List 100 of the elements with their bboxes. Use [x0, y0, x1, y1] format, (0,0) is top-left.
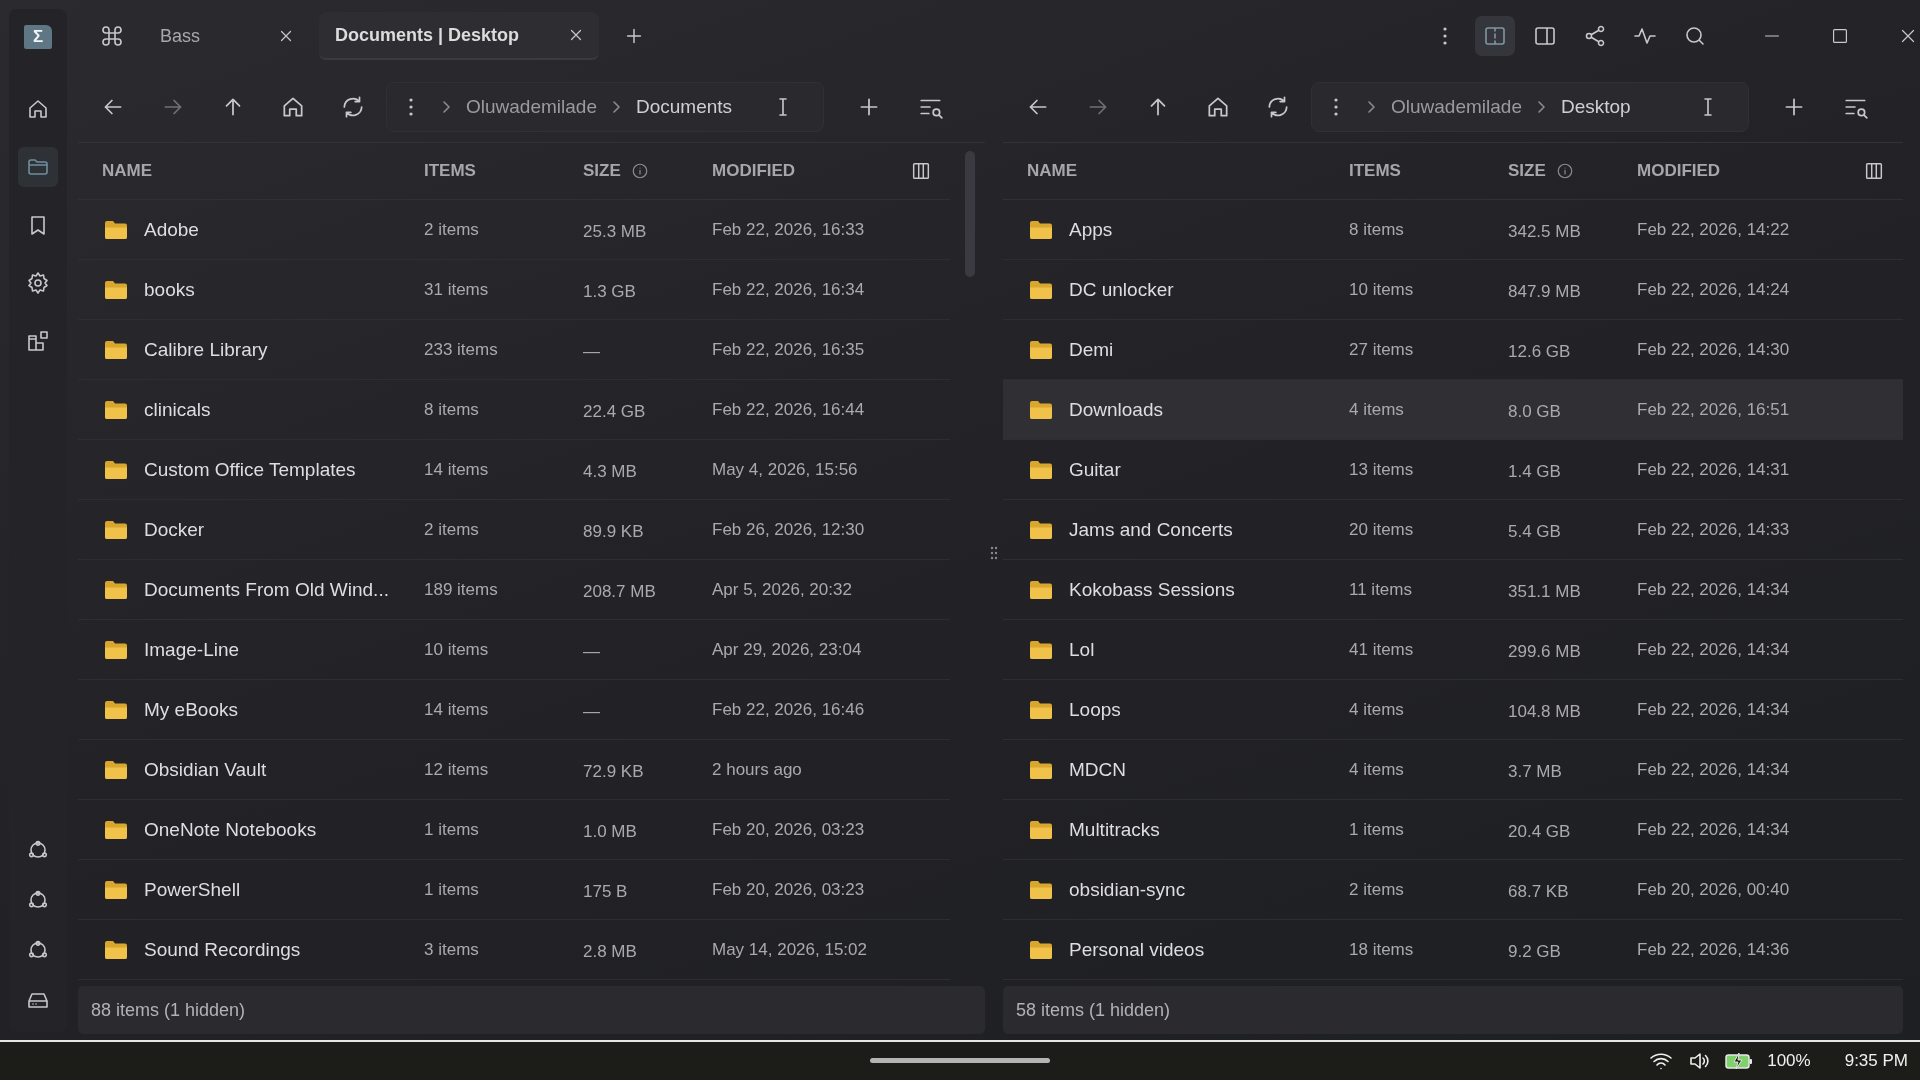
- file-row[interactable]: Kokobass Sessions 11 items 351.1 MB Feb 22, 2026, 14:34: [1003, 560, 1903, 620]
- file-size: 5.4 GB: [1508, 520, 1562, 542]
- battery-percentage: 100%: [1767, 1051, 1811, 1071]
- file-row[interactable]: books 31 items 1.3 GB Feb 22, 2026, 16:34: [78, 260, 950, 320]
- breadcrumb-bar[interactable]: Oluwademilade Desktop: [1311, 82, 1749, 132]
- item-count: 8 items: [424, 399, 480, 420]
- item-count: 1 items: [1349, 819, 1405, 840]
- file-row[interactable]: Custom Office Templates 14 items 4.3 MB May 4, 2026, 15:56: [78, 440, 950, 500]
- item-count: 14 items: [424, 459, 490, 480]
- widgets-icon[interactable]: [26, 329, 50, 353]
- folder-icon: [1029, 939, 1053, 960]
- file-name: Loops: [1069, 698, 1121, 721]
- battery-icon[interactable]: [1725, 1052, 1754, 1070]
- file-size: 175 B: [583, 880, 629, 902]
- file-name: Kokobass Sessions: [1069, 578, 1235, 601]
- item-count: 1 items: [424, 819, 480, 840]
- home-icon[interactable]: [26, 97, 50, 121]
- file-size: 89.9 KB: [583, 520, 645, 542]
- file-row[interactable]: Lol 41 items 299.6 MB Feb 22, 2026, 14:34: [1003, 620, 1903, 680]
- scrollbar[interactable]: [965, 151, 975, 277]
- info-icon[interactable]: [630, 162, 649, 180]
- settings-icon[interactable]: [26, 271, 50, 295]
- column-header[interactable]: SIZE: [1508, 161, 1546, 181]
- folder-icon: [104, 279, 128, 300]
- item-count: 1 items: [424, 879, 480, 900]
- folder-icon: [1029, 879, 1053, 900]
- split-view-icon[interactable]: [1483, 24, 1507, 48]
- file-row[interactable]: MDCN 4 items 3.7 MB Feb 22, 2026, 14:34: [1003, 740, 1903, 800]
- file-row[interactable]: PowerShell 1 items 175 B Feb 20, 2026, 03:23: [78, 860, 950, 920]
- tab-label: Documents | Desktop: [335, 24, 521, 46]
- column-header[interactable]: ITEMS: [1349, 161, 1401, 181]
- file-name: Personal videos: [1069, 938, 1205, 961]
- clock[interactable]: 9:35 PM: [1844, 1051, 1908, 1071]
- modified-date: Feb 22, 2026, 16:46: [712, 699, 866, 720]
- splitter-handle[interactable]: [989, 545, 999, 561]
- item-count: 3 items: [424, 939, 480, 960]
- item-count: 31 items: [424, 279, 490, 300]
- file-row[interactable]: OneNote Notebooks 1 items 1.0 MB Feb 20, 2026, 03:23: [78, 800, 950, 860]
- column-header[interactable]: MODIFIED: [712, 161, 796, 181]
- file-name: Custom Office Templates: [144, 458, 356, 481]
- file-row[interactable]: Documents From Old Wind... 189 items 208.7 MB Apr 5, 2026, 20:32: [78, 560, 950, 620]
- info-icon[interactable]: [1555, 162, 1574, 180]
- tab[interactable]: Bass: [86, 13, 309, 59]
- column-header[interactable]: NAME: [1027, 161, 1078, 181]
- modified-date: Feb 22, 2026, 16:34: [712, 279, 866, 300]
- file-row[interactable]: Adobe 2 items 25.3 MB Feb 22, 2026, 16:33: [78, 200, 950, 260]
- share-icon[interactable]: [1583, 24, 1607, 48]
- tab[interactable]: Documents | Desktop: [319, 12, 599, 60]
- file-row[interactable]: obsidian-sync 2 items 68.7 KB Feb 20, 2026, 00:40: [1003, 860, 1903, 920]
- item-count: 4 items: [1349, 699, 1405, 720]
- modified-date: Feb 22, 2026, 14:36: [1637, 939, 1791, 960]
- file-row[interactable]: My eBooks 14 items — Feb 22, 2026, 16:46: [78, 680, 950, 740]
- columns-icon[interactable]: [910, 160, 932, 182]
- breadcrumb-item[interactable]: Documents: [635, 96, 733, 118]
- folder-icon: [104, 879, 128, 900]
- breadcrumb-item[interactable]: Oluwademilade: [1391, 96, 1522, 118]
- file-row[interactable]: Obsidian Vault 12 items 72.9 KB 2 hours ago: [78, 740, 950, 800]
- folder-icon: [104, 519, 128, 540]
- item-count: 10 items: [1349, 279, 1415, 300]
- file-size: 299.6 MB: [1508, 640, 1582, 662]
- column-header[interactable]: MODIFIED: [1637, 161, 1721, 181]
- modified-date: Feb 22, 2026, 16:44: [712, 399, 866, 420]
- file-row[interactable]: Calibre Library 233 items — Feb 22, 2026, 16:35: [78, 320, 950, 380]
- file-row[interactable]: Personal videos 18 items 9.2 GB Feb 22, 2026, 14:36: [1003, 920, 1903, 980]
- file-size: 2.8 MB: [583, 940, 638, 962]
- folder-icon: [104, 339, 128, 360]
- column-header[interactable]: SIZE: [583, 161, 621, 181]
- file-row[interactable]: Apps 8 items 342.5 MB Feb 22, 2026, 14:22: [1003, 200, 1903, 260]
- file-size: —: [583, 640, 601, 662]
- file-size: 68.7 KB: [1508, 880, 1570, 902]
- file-size: 8.0 GB: [1508, 400, 1562, 422]
- item-count: 41 items: [1349, 639, 1415, 660]
- file-row[interactable]: Loops 4 items 104.8 MB Feb 22, 2026, 14:34: [1003, 680, 1903, 740]
- columns-icon[interactable]: [1863, 160, 1885, 182]
- modified-date: Feb 22, 2026, 14:34: [1637, 819, 1791, 840]
- column-header[interactable]: ITEMS: [424, 161, 476, 181]
- column-header[interactable]: NAME: [102, 161, 153, 181]
- modified-date: Apr 5, 2026, 20:32: [712, 579, 853, 600]
- file-row[interactable]: Jams and Concerts 20 items 5.4 GB Feb 22, 2026, 14:33: [1003, 500, 1903, 560]
- file-row[interactable]: Docker 2 items 89.9 KB Feb 26, 2026, 12:30: [78, 500, 950, 560]
- file-row[interactable]: clinicals 8 items 22.4 GB Feb 22, 2026, 16:44: [78, 380, 950, 440]
- file-size: 342.5 MB: [1508, 220, 1582, 242]
- file-row[interactable]: Multitracks 1 items 20.4 GB Feb 22, 2026, 14:34: [1003, 800, 1903, 860]
- file-size: 847.9 MB: [1508, 280, 1582, 302]
- file-row[interactable]: Image-Line 10 items — Apr 29, 2026, 23:04: [78, 620, 950, 680]
- breadcrumb-item[interactable]: Desktop: [1560, 96, 1631, 118]
- search-icon[interactable]: [1683, 24, 1707, 48]
- breadcrumb-bar[interactable]: Oluwademilade Documents: [386, 82, 824, 132]
- file-size: 22.4 GB: [583, 400, 647, 422]
- file-size: 208.7 MB: [583, 580, 657, 602]
- item-count: 8 items: [1349, 219, 1405, 240]
- modified-date: Feb 20, 2026, 00:40: [1637, 879, 1791, 900]
- file-row[interactable]: Sound Recordings 3 items 2.8 MB May 14, 2026, 15:02: [78, 920, 950, 980]
- modified-date: Feb 22, 2026, 16:33: [712, 219, 866, 240]
- file-row[interactable]: DC unlocker 10 items 847.9 MB Feb 22, 2026, 14:24: [1003, 260, 1903, 320]
- pane-icon[interactable]: [1533, 24, 1557, 48]
- file-row[interactable]: Guitar 13 items 1.4 GB Feb 22, 2026, 14:31: [1003, 440, 1903, 500]
- selected-row[interactable]: Downloads 4 items 8.0 GB Feb 22, 2026, 16:51: [1003, 380, 1903, 440]
- folder-icon: [1029, 219, 1053, 240]
- breadcrumb-item[interactable]: Oluwademilade: [466, 96, 597, 118]
